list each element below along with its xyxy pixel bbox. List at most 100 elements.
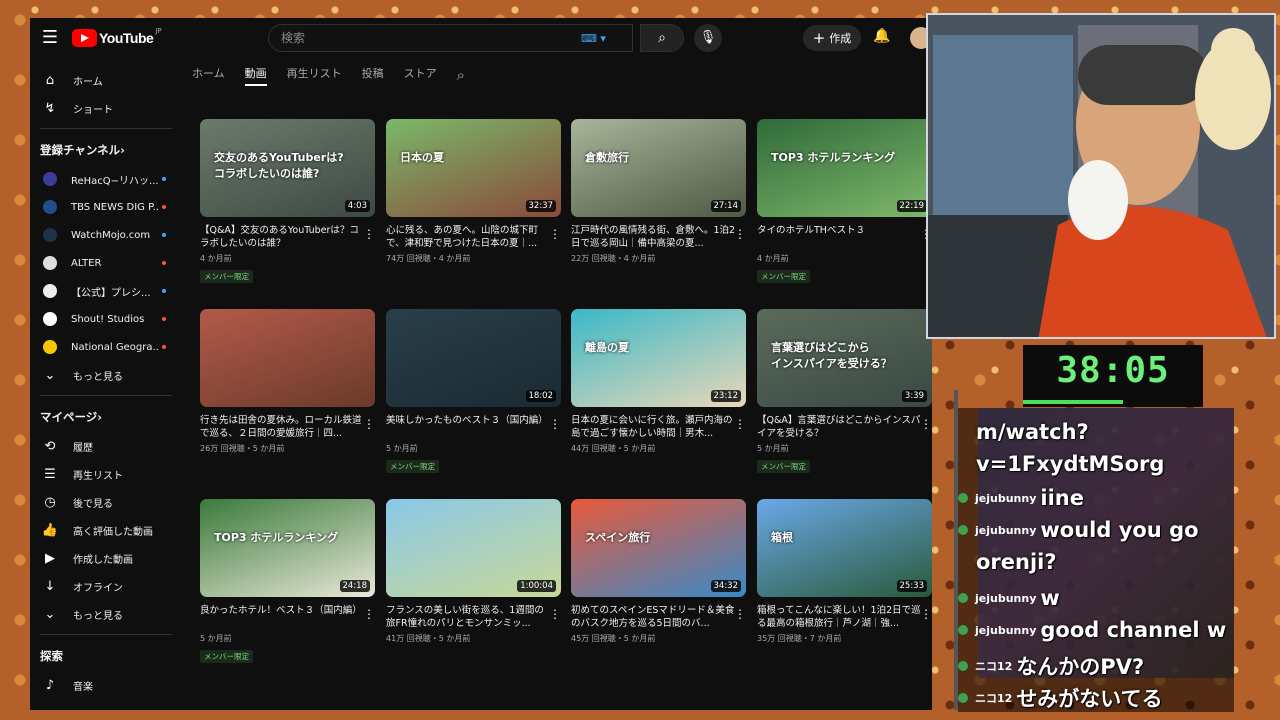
video-thumbnail[interactable]: 18:02 [386,309,561,407]
video-title[interactable]: 良かったホテル！ベスト３（国内編） [200,604,365,630]
video-title[interactable]: タイのホテルTHベスト３ [757,224,922,250]
video-card[interactable]: 倉敷旅行 27:14 江戸時代の風情残る街、倉敷へ。1泊2日で巡る岡山｜備中高梁の夏… [571,119,746,264]
more-options-icon[interactable]: ⋮ [734,227,746,241]
youtube-logo[interactable]: YouTube JP [72,27,162,47]
channel-avatar [43,284,57,298]
new-content-dot [162,345,166,349]
subscriptions-header[interactable]: 登録チャンネル › [30,135,182,165]
channel-avatar [43,172,57,186]
more-options-icon[interactable]: ⋮ [549,227,561,241]
video-thumbnail[interactable]: TOP3 ホテルランキング 22:19 [757,119,932,217]
video-thumbnail[interactable]: 言葉選びはどこから インスパイアを受ける？ 3:39 [757,309,932,407]
sidebar-item[interactable]: ♪ 音楽 [30,671,182,699]
video-title[interactable]: 【Q&A】言葉選びはどこからインスパイアを受ける？ [757,414,922,440]
chevron-down-icon: ⌄ [44,367,56,383]
video-card[interactable]: 行き先は田舎の夏休み。ローカル鉄道で巡る、２日間の愛媛旅行｜四... 26万 回視… [200,309,375,454]
video-title[interactable]: 美味しかったものベスト３（国内編） [386,414,551,440]
video-thumbnail[interactable]: スペイン旅行 34:32 [571,499,746,597]
chat-text: good channel w [1040,618,1227,642]
notification-bell-icon[interactable]: 🔔 [873,28,890,44]
video-card[interactable]: 離島の夏 23:12 日本の夏に会いに行く旅。瀬戸内海の島で過ごす懐かしい時間｜男木… [571,309,746,454]
menu-icon[interactable]: ☰ [40,28,60,48]
video-thumbnail[interactable]: 交友のあるYouTuberは? コラボしたいのは誰? 4:03 [200,119,375,217]
channel-item[interactable]: 【公式】プレシ... [30,277,182,305]
channel-item[interactable]: TBS NEWS DIG P... [30,193,182,221]
video-thumbnail[interactable] [200,309,375,407]
search-box[interactable]: ⌨ ▾ [268,24,633,52]
tab-1[interactable]: 動画 [244,65,267,86]
video-title[interactable]: 心に残る、あの夏へ。山陰の城下町で、津和野で見つけた日本の夏｜... [386,224,551,250]
video-card[interactable]: 日本の夏 32:37 心に残る、あの夏へ。山陰の城下町で、津和野で見つけた日本の夏｜… [386,119,561,264]
video-card[interactable]: TOP3 ホテルランキング 24:18 良かったホテル！ベスト３（国内編） 5 か月前… [200,499,375,663]
member-only-badge: メンバー限定 [200,650,253,663]
channel-search-icon[interactable]: ⌕ [457,66,465,84]
video-title[interactable]: 【Q&A】交友のあるYouTuberは？コラボしたいのは誰？ [200,224,365,250]
chat-username: ニコ12 [975,660,1013,673]
channel-item[interactable]: ALTER [30,249,182,277]
user-badge-icon [958,693,968,703]
plus-icon: + [812,28,826,47]
sidebar-item[interactable]: ⌄ もっと見る [30,600,182,628]
sidebar-item[interactable]: ↓ オフライン [30,572,182,600]
video-card[interactable]: 交友のあるYouTuberは? コラボしたいのは誰? 4:03 【Q&A】交友のある… [200,119,375,283]
video-thumbnail[interactable]: 離島の夏 23:12 [571,309,746,407]
video-card[interactable]: 1:00:04 フランスの美しい街を巡る、1週間の旅FR憧れのパリとモンサンミッ.… [386,499,561,644]
video-title[interactable]: 江戸時代の風情残る街、倉敷へ。1泊2日で巡る岡山｜備中高梁の夏... [571,224,736,250]
thumbnail-caption: 交友のあるYouTuberは? コラボしたいのは誰? [214,151,344,180]
search-input[interactable] [281,31,571,45]
more-options-icon[interactable]: ⋮ [363,417,375,431]
video-title[interactable]: 箱根ってこんなに楽しい！1泊2日で巡る最高の箱根旅行｜芦ノ湖｜強... [757,604,922,630]
video-card[interactable]: スペイン旅行 34:32 初めてのスペインESマドリード＆美食のバスク地方を巡る5日… [571,499,746,644]
sidebar-item[interactable]: ☰ 再生リスト [30,460,182,488]
member-only-badge: メンバー限定 [200,270,253,283]
more-options-icon[interactable]: ⋮ [363,607,375,621]
sidebar-item[interactable]: ⟲ 履歴 [30,432,182,460]
video-thumbnail[interactable]: 1:00:04 [386,499,561,597]
video-card[interactable]: 18:02 美味しかったものベスト３（国内編） 5 か月前 メンバー限定 ⋮ [386,309,561,473]
video-thumbnail[interactable]: 倉敷旅行 27:14 [571,119,746,217]
video-card[interactable]: TOP3 ホテルランキング 22:19 タイのホテルTHベスト３ 4 か月前 メンバー限… [757,119,932,283]
video-card[interactable]: 箱根 25:33 箱根ってこんなに楽しい！1泊2日で巡る最高の箱根旅行｜芦ノ湖｜強.… [757,499,932,644]
video-thumbnail[interactable]: TOP3 ホテルランキング 24:18 [200,499,375,597]
more-options-icon[interactable]: ⋮ [920,417,932,431]
video-thumbnail[interactable]: 箱根 25:33 [757,499,932,597]
video-title[interactable]: 日本の夏に会いに行く旅。瀬戸内海の島で過ごす懐かしい時間｜男木... [571,414,736,440]
create-button[interactable]: + 作成 [803,25,861,51]
more-options-icon[interactable]: ⋮ [734,417,746,431]
tab-0[interactable]: ホーム [192,65,225,86]
more-options-icon[interactable]: ⋮ [549,607,561,621]
channel-item[interactable]: Shout! Studios [30,305,182,333]
new-content-dot [162,177,166,181]
channel-item[interactable]: National Geogra... [30,333,182,361]
more-options-icon[interactable]: ⋮ [363,227,375,241]
video-thumbnail[interactable]: 日本の夏 32:37 [386,119,561,217]
video-title[interactable]: 行き先は田舎の夏休み。ローカル鉄道で巡る、２日間の愛媛旅行｜四... [200,414,365,440]
more-options-icon[interactable]: ⋮ [920,607,932,621]
video-title[interactable]: フランスの美しい街を巡る、1週間の旅FR憧れのパリとモンサンミッ... [386,604,551,630]
webcam-image [928,15,1274,337]
search-button[interactable]: ⌕ [640,24,684,52]
video-card[interactable]: 言葉選びはどこから インスパイアを受ける？ 3:39 【Q&A】言葉選びはどこからイ… [757,309,932,473]
sidebar-item[interactable]: ⌄ もっと見る [30,361,182,389]
sidebar-item[interactable]: 👍 高く評価した動画 [30,516,182,544]
mic-button[interactable]: 🎙 [694,24,722,52]
sidebar-item[interactable]: ▶ 作成した動画 [30,544,182,572]
explore-header[interactable]: 探索 [30,641,182,671]
user-badge-icon [958,661,968,671]
tab-2[interactable]: 再生リスト [287,65,342,86]
channel-item[interactable]: WatchMojo.com [30,221,182,249]
keyboard-icon[interactable]: ⌨ ▾ [581,31,615,47]
chat-message: jejubunny good channel w [958,618,1226,642]
mypage-header[interactable]: マイページ › [30,402,182,432]
tab-4[interactable]: ストア [404,65,437,86]
sidebar-item[interactable]: ⌂ ホーム [30,66,182,94]
duration-badge: 24:18 [339,580,370,592]
more-options-icon[interactable]: ⋮ [734,607,746,621]
sidebar-item[interactable]: ◷ 後で見る [30,488,182,516]
more-options-icon[interactable]: ⋮ [549,417,561,431]
channel-item[interactable]: ReHacQ−リハッ... [30,165,182,193]
tab-3[interactable]: 投稿 [362,65,384,86]
video-title[interactable]: 初めてのスペインESマドリード＆美食のバスク地方を巡る5日間のバ... [571,604,736,630]
sidebar-item-label: 後で見る [73,498,113,510]
sidebar-item[interactable]: ↯ ショート [30,94,182,122]
